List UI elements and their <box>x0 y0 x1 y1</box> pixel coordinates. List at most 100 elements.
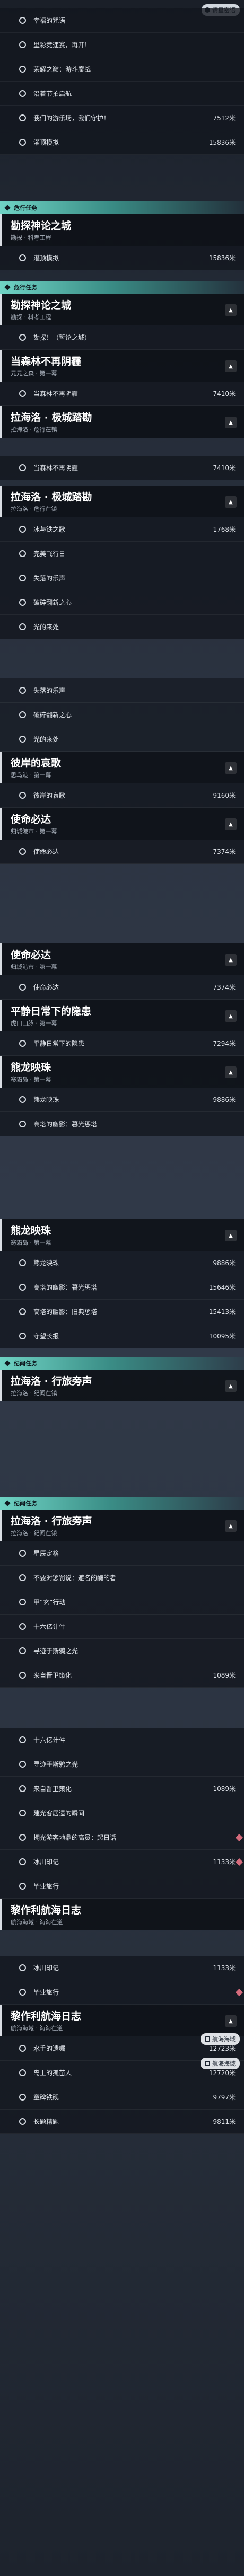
collapse-caret-icon[interactable]: ▲ <box>225 2015 237 2027</box>
quest-step[interactable]: 当森林不再阴霾 7410米 <box>0 382 244 406</box>
quest-step[interactable]: 十六亿计件 <box>0 1728 244 1752</box>
quest-step[interactable]: 失落的乐声 <box>0 566 244 590</box>
step-marker-icon <box>19 1550 26 1557</box>
quest-step[interactable]: 平静日常下的隐患 7294米 <box>0 1031 244 1056</box>
quest-step[interactable]: 完美飞行日 <box>0 542 244 566</box>
quest-step[interactable]: 冰川印记 1133米 <box>0 1956 244 1980</box>
step-label: 失落的乐声 <box>33 575 66 582</box>
quest-step[interactable]: 来自晋卫策化 1089米 <box>0 1777 244 1801</box>
quest-card-header[interactable]: 拉海洛 · 行旅旁声 拉海洛 · 纪闻在镇 ▲ <box>0 1510 244 1541</box>
quest-step[interactable]: 里彩竞速赛，再开！ <box>0 33 244 57</box>
quest-step[interactable]: 建光客居遗的瞬间 <box>0 1801 244 1825</box>
quest-step[interactable]: 荣耀之巅：游斗鏖战 <box>0 57 244 82</box>
step-marker-icon <box>19 687 26 694</box>
quest-step[interactable]: 当森林不再阴霾 7410米 <box>0 456 244 480</box>
gem-marker-icon <box>235 1858 243 1866</box>
quest-card-header[interactable]: 熊龙映珠 寒霜岛 · 第一幕 ▲ <box>0 1219 244 1251</box>
quest-card-header[interactable]: 使命必达 归城港市 · 第一幕 ▲ <box>0 943 244 975</box>
quest-step[interactable]: 勘探！（暂论之城） <box>0 325 244 350</box>
step-label: 彼岸的哀歌 <box>33 792 66 799</box>
step-marker-icon <box>19 1834 26 1841</box>
collapse-caret-icon[interactable]: ▲ <box>225 1010 237 1022</box>
quest-step[interactable]: 十六亿计件 <box>0 1615 244 1639</box>
quest-step[interactable]: 破碎翻新之心 <box>0 590 244 615</box>
step-label: 毕业旅行 <box>33 1883 59 1890</box>
quest-card-header[interactable]: 平静日常下的隐患 虎口山脉 · 第一幕 ▲ <box>0 1000 244 1031</box>
collapse-caret-icon[interactable]: ▲ <box>225 417 237 428</box>
step-marker-icon <box>19 848 26 855</box>
quest-step[interactable]: 彼岸的哀歌 9160米 <box>0 783 244 808</box>
quest-card-header[interactable]: 彼岸的哀歌 思鸟港 · 第一幕 ▲ <box>0 752 244 783</box>
quest-title: 使命必达 <box>11 949 51 961</box>
quest-step[interactable]: 冰川印记 1133米 <box>0 1850 244 1874</box>
quest-card-header[interactable]: 拉海洛 · 极城踏勘 拉海洛 · 危行在镇 ▲ <box>0 486 244 517</box>
collapse-caret-icon[interactable]: ▲ <box>225 1230 237 1241</box>
quest-step[interactable]: 破碎翻新之心 <box>0 703 244 727</box>
quest-card-header[interactable]: 勘探神论之城 勘探 · 科考工程 ▲ <box>0 294 244 325</box>
quest-step[interactable]: 不要对惩罚说：避名的酬的者 <box>0 1566 244 1590</box>
quest-step[interactable]: 失落的乐声 <box>0 678 244 703</box>
quest-step[interactable]: 毕业旅行 <box>0 1874 244 1899</box>
quest-step[interactable]: 守望长报 10095米 <box>0 1324 244 1348</box>
quest-step[interactable]: 拥光游客地鼎的高员：起日话 <box>0 1825 244 1850</box>
quest-card-header[interactable]: 使命必达 归城港市 · 第一幕 ▲ <box>0 808 244 840</box>
quest-step[interactable]: 灌顶模拟 15836米 <box>0 246 244 270</box>
quest-card-header[interactable]: 黎作利航海日志 航海海域 · 海海在道 <box>0 1899 244 1930</box>
quest-step[interactable]: 高塔的幽影：旧典惩塔 15413米 <box>0 1300 244 1324</box>
step-label: 荣耀之巅：游斗鏖战 <box>33 66 91 73</box>
collapse-caret-icon[interactable]: ▲ <box>225 304 237 316</box>
quest-card-header[interactable]: 勘探神论之城 勘探 · 科考工程 <box>0 214 244 246</box>
collapse-caret-icon[interactable]: ▲ <box>225 1380 237 1392</box>
collapse-caret-icon[interactable]: ▲ <box>225 1066 237 1078</box>
quest-step[interactable]: 来自晋卫策化 1089米 <box>0 1663 244 1688</box>
sea-region-button[interactable]: 航海海域 <box>201 2058 240 2069</box>
quest-subtitle: 元元之森 · 第一幕 <box>11 370 57 377</box>
quest-step[interactable]: 熊龙映珠 9886米 <box>0 1251 244 1275</box>
step-label: 使命必达 <box>33 848 59 855</box>
quest-step[interactable]: 光的来处 <box>0 727 244 752</box>
quest-step[interactable]: 使命必达 7374米 <box>0 975 244 1000</box>
collapse-caret-icon[interactable]: ▲ <box>225 360 237 372</box>
quest-step[interactable]: 甲“玄”行动 <box>0 1590 244 1615</box>
quest-step[interactable]: 灌顶模拟 15836米 <box>0 130 244 155</box>
quest-step[interactable]: 熊龙映珠 9886米 <box>0 1088 244 1112</box>
step-label: 破碎翻新之心 <box>33 711 72 719</box>
quest-card-header[interactable]: 熊龙映珠 寒霜岛 · 第一幕 ▲ <box>0 1056 244 1088</box>
step-label: 甲“玄”行动 <box>33 1599 66 1606</box>
collapse-caret-icon[interactable]: ▲ <box>225 496 237 508</box>
collapse-caret-icon[interactable]: ▲ <box>225 818 237 830</box>
quest-step[interactable]: 岛上的孤苗人 12720米 航海海域 <box>0 2058 244 2085</box>
step-marker-icon <box>19 1883 26 1890</box>
quest-step[interactable]: 沿着节拍启航 <box>0 82 244 106</box>
quest-title: 平静日常下的隐患 <box>11 1005 92 1017</box>
quest-subtitle: 拉海洛 · 纪闻在镇 <box>11 1530 57 1537</box>
quest-card-header[interactable]: 拉海洛 · 行旅旁声 拉海洛 · 纪闻在镇 ▲ <box>0 1370 244 1401</box>
collapse-caret-icon[interactable]: ▲ <box>225 1520 237 1532</box>
step-marker-icon <box>19 1259 26 1266</box>
quest-step[interactable]: 幸福的咒语 <box>0 8 244 33</box>
collapse-caret-icon[interactable]: ▲ <box>225 954 237 966</box>
sea-region-label: 航海海域 <box>212 2036 236 2043</box>
quest-step[interactable]: 星辰定格 <box>0 1541 244 1566</box>
quest-step[interactable]: 高塔的幽影：暮光惩塔 15646米 <box>0 1275 244 1300</box>
quest-step[interactable]: 寻迹于斯鸦之光 <box>0 1752 244 1777</box>
step-marker-icon <box>19 1284 26 1291</box>
quest-step[interactable]: 长题精题 9811米 <box>0 2110 244 2134</box>
quest-subtitle: 航海海域 · 海海在道 <box>11 1919 63 1926</box>
quest-step[interactable]: 冰与铁之歌 1768米 <box>0 517 244 542</box>
quest-card-header[interactable]: 黎作利航海日志 航海海域 · 海海在道 ▲ <box>0 2005 244 2036</box>
quest-step[interactable]: 我们的游乐场，我们守护！ 7512米 <box>0 106 244 130</box>
quest-step[interactable]: 童碑铁砚 9797米 <box>0 2085 244 2110</box>
quest-step[interactable]: 光的来处 <box>0 615 244 639</box>
quest-step[interactable]: 使命必达 7374米 <box>0 840 244 864</box>
quest-step[interactable]: 高塔的幽影：暮光惩塔 <box>0 1112 244 1136</box>
quest-card-header[interactable]: 拉海洛 · 极城踏勘 拉海洛 · 危行在镇 ▲ <box>0 406 244 438</box>
step-distance: 15836米 <box>208 139 236 146</box>
step-label: 毕业旅行 <box>33 1989 59 1996</box>
collapse-caret-icon[interactable]: ▲ <box>225 762 237 774</box>
quest-step[interactable]: 毕业旅行 <box>0 1980 244 2005</box>
quest-card-header[interactable]: 当森林不再阴霾 元元之森 · 第一幕 ▲ <box>0 350 244 382</box>
sea-region-button[interactable]: 航海海域 <box>201 2033 240 2045</box>
panel-5: 失落的乐声 破碎翻新之心 光的来处 彼岸的哀歌 思鸟港 · 第一幕 ▲ 彼岸的哀… <box>0 678 244 943</box>
quest-step[interactable]: 寻迹于斯鸦之光 <box>0 1639 244 1663</box>
